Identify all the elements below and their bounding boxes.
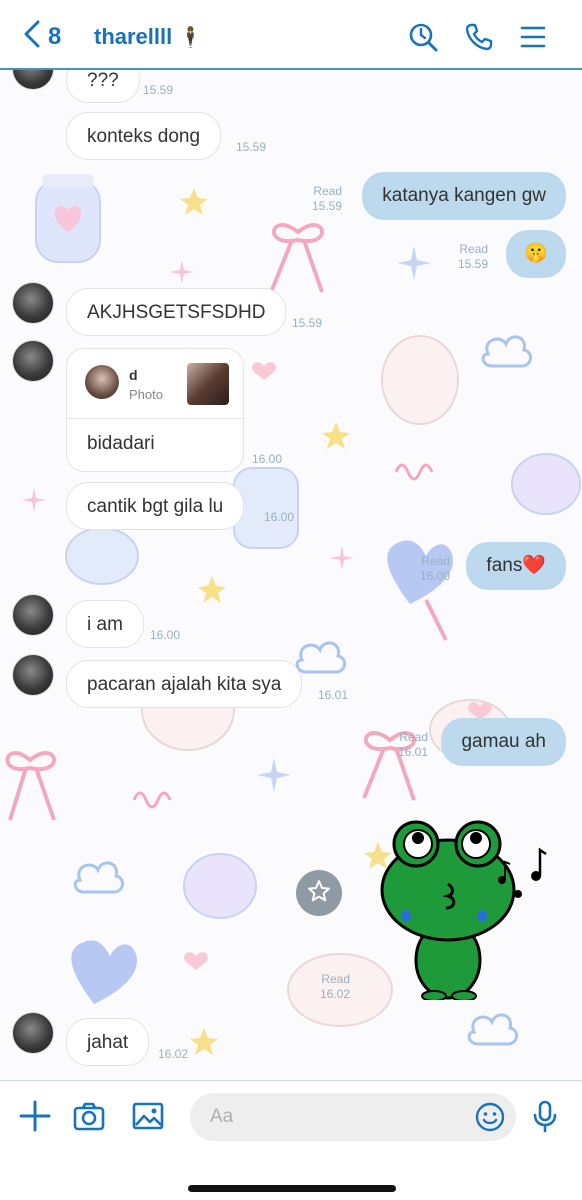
message-meta: Read 16.01 — [398, 730, 428, 760]
message-time: 16.01 — [318, 688, 349, 702]
message-time: 16.00 — [264, 510, 295, 524]
home-indicator — [188, 1185, 396, 1192]
message-composer — [0, 1080, 582, 1200]
message-bubble-out[interactable]: 🤫 — [506, 230, 566, 278]
message-time: 15.59 — [143, 83, 174, 97]
message-bubble-in[interactable]: pacaran ajalah kita sya — [66, 660, 303, 708]
image-icon[interactable] — [131, 1099, 165, 1133]
reply-message-card[interactable]: d Photo bidadari — [66, 348, 244, 472]
contact-avatar[interactable] — [12, 1012, 54, 1054]
message-time: 15.59 — [457, 257, 488, 271]
message-meta: Read 16.00 — [420, 554, 450, 584]
quoted-message[interactable]: d Photo — [67, 349, 243, 419]
contact-name: tharellll — [94, 24, 173, 49]
message-text: bidadari — [87, 433, 155, 454]
microphone-icon[interactable] — [528, 1099, 562, 1133]
message-text: katanya kangen gw — [382, 185, 546, 206]
message-bubble-in[interactable]: AKJHSGETSFSDHD — [66, 288, 287, 336]
read-status: Read — [421, 554, 450, 568]
message-meta: Read 15.59 — [312, 184, 342, 214]
message-bubble-in[interactable]: i am — [66, 600, 144, 648]
search-icon[interactable] — [408, 22, 438, 52]
menu-icon[interactable] — [518, 22, 548, 52]
message-bubble-in[interactable]: jahat — [66, 1018, 150, 1066]
message-text: pacaran ajalah kita sya — [87, 674, 282, 695]
message-text: ??? — [87, 70, 119, 91]
back-button[interactable]: 8 — [22, 20, 61, 53]
read-status: Read — [459, 242, 488, 256]
message-time: 16.00 — [252, 452, 283, 466]
message-input[interactable] — [210, 1106, 460, 1128]
message-bubble-in[interactable]: cantik bgt gila lu — [66, 482, 245, 530]
emoji-icon[interactable] — [474, 1101, 506, 1133]
message-time: 15.59 — [292, 316, 323, 330]
contact-avatar[interactable] — [12, 594, 54, 636]
message-text: jahat — [87, 1032, 129, 1053]
message-bubble-out[interactable]: katanya kangen gw — [362, 172, 566, 220]
message-time: 15.59 — [311, 199, 342, 213]
message-input-container[interactable] — [190, 1093, 516, 1141]
message-time: 16.00 — [419, 569, 450, 583]
message-bubble-in[interactable]: konteks dong — [66, 112, 222, 160]
message-text: AKJHSGETSFSDHD — [87, 302, 266, 323]
contact-avatar[interactable] — [12, 340, 54, 382]
message-time: 15.59 — [236, 140, 267, 154]
chat-header: 8 tharellll 🕴 — [0, 0, 582, 70]
contact-name-title[interactable]: tharellll 🕴 — [94, 24, 203, 50]
message-text: konteks dong — [87, 126, 201, 147]
message-bubble-out[interactable]: gamau ah — [441, 718, 566, 766]
contact-avatar[interactable] — [12, 654, 54, 696]
quoted-photo-thumbnail — [187, 363, 229, 405]
message-meta: Read 16.02 — [320, 972, 350, 1002]
message-text: gamau ah — [461, 731, 546, 752]
message-text: i am — [87, 614, 123, 635]
star-icon — [306, 878, 332, 909]
message-time: 16.02 — [158, 1047, 189, 1061]
message-text: fans❤️ — [486, 555, 546, 576]
quoted-type-label: Photo — [129, 387, 163, 402]
message-text: 🤫 — [524, 243, 548, 264]
message-text: cantik bgt gila lu — [87, 496, 224, 517]
unread-count: 8 — [48, 22, 62, 50]
phone-icon[interactable] — [464, 22, 494, 52]
message-bubble-out[interactable]: fans❤️ — [466, 542, 566, 590]
contact-emoji: 🕴 — [178, 26, 204, 49]
plus-icon[interactable] — [18, 1099, 52, 1133]
quoted-avatar — [85, 365, 119, 399]
camera-icon[interactable] — [72, 1099, 106, 1133]
frog-sticker[interactable] — [378, 810, 554, 1000]
contact-avatar[interactable] — [12, 282, 54, 324]
message-meta: Read 15.59 — [458, 242, 488, 272]
message-time: 16.00 — [150, 628, 181, 642]
message-bubble-in[interactable]: ??? — [66, 70, 140, 103]
favorite-star-button[interactable] — [296, 870, 342, 916]
back-chevron-icon — [22, 20, 42, 53]
read-status: Read — [399, 730, 428, 744]
chat-area[interactable]: ??? 15.59 konteks dong 15.59 Read 15.59 … — [0, 70, 582, 1080]
read-status: Read — [313, 184, 342, 198]
quoted-sender-name: d — [129, 367, 138, 383]
message-time: 16.02 — [319, 987, 350, 1001]
message-time: 16.01 — [397, 745, 428, 759]
read-status: Read — [321, 972, 350, 986]
